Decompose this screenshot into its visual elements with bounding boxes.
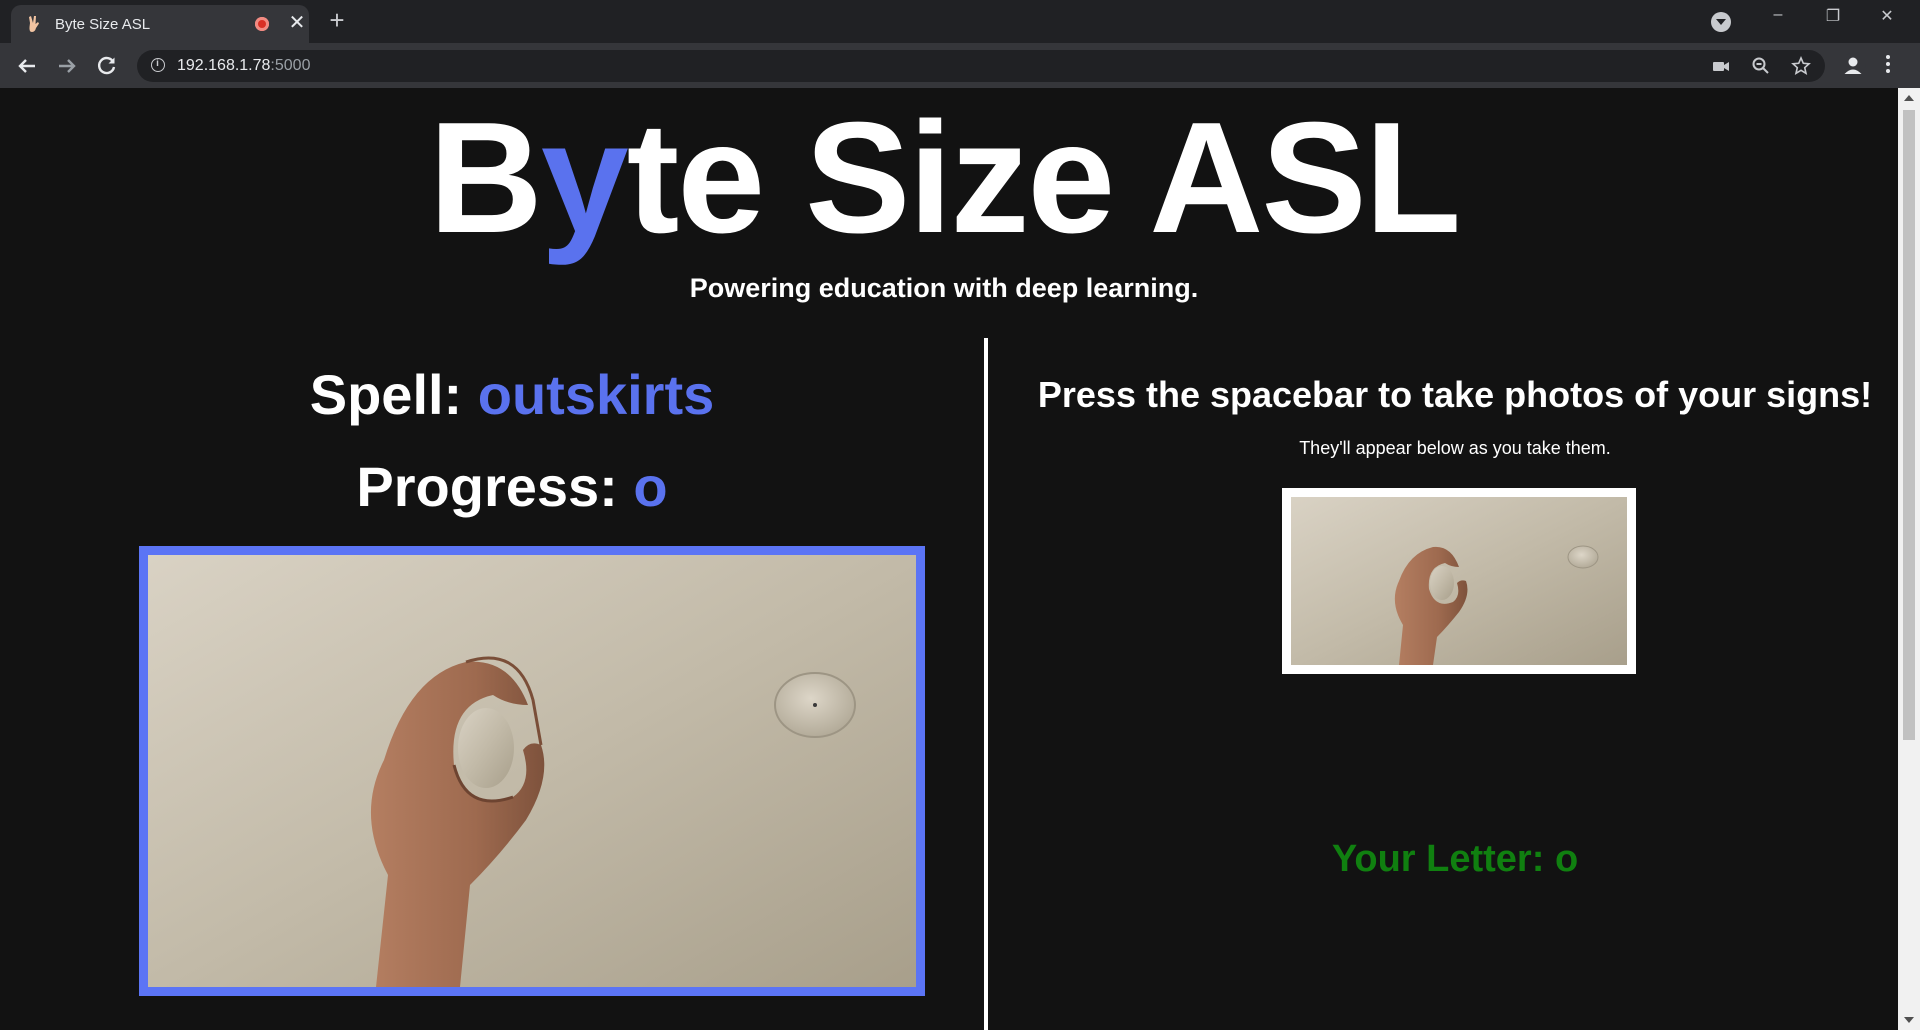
webcam-hand-image — [148, 555, 916, 987]
brand-title: Byte Size ASL — [0, 88, 1888, 268]
reload-icon[interactable] — [94, 53, 120, 79]
forward-icon[interactable] — [54, 53, 80, 79]
progress-label: Progress: — [356, 455, 634, 518]
browser-tabstrip: Byte Size ASL ✕ + – ❐ ✕ — [0, 0, 1920, 43]
profile-icon[interactable] — [1840, 53, 1866, 79]
minimize-button[interactable]: – — [1758, 6, 1798, 24]
instruction-subtext: They'll appear below as you take them. — [1299, 438, 1611, 458]
spell-prompt: Spell: outskirts — [0, 362, 1024, 427]
brand-suffix: te Size ASL — [626, 90, 1462, 266]
column-divider — [984, 338, 988, 1030]
camera-icon[interactable] — [1711, 56, 1731, 76]
site-info-icon[interactable] — [151, 58, 165, 72]
your-letter-label: Your Letter: — [1331, 838, 1555, 880]
tab-favicon-hand-icon — [29, 16, 39, 32]
page-scrollbar[interactable] — [1898, 88, 1920, 1030]
scrollbar-thumb[interactable] — [1903, 110, 1915, 740]
tab-title: Byte Size ASL — [55, 16, 151, 33]
browser-tab[interactable]: Byte Size ASL ✕ — [11, 5, 309, 43]
instruction-heading: Press the spacebar to take photos of you… — [1037, 374, 1873, 415]
url-host: 192.168.1.78 — [177, 57, 271, 74]
brand-prefix: B — [428, 90, 543, 266]
menu-icon[interactable] — [1886, 55, 1892, 76]
progress-value: o — [633, 455, 668, 518]
spell-word: outskirts — [477, 363, 715, 426]
captured-hand-image — [1291, 497, 1627, 665]
tab-close-icon[interactable]: ✕ — [287, 13, 307, 33]
your-letter-result: Your Letter: o — [990, 838, 1898, 881]
your-letter-value: o — [1554, 838, 1579, 880]
url-port: :5000 — [270, 57, 311, 74]
recording-icon — [255, 17, 269, 31]
browser-toolbar: 192.168.1.78:5000 — [0, 43, 1920, 88]
close-window-button[interactable]: ✕ — [1867, 6, 1907, 26]
bookmark-star-icon[interactable] — [1791, 56, 1811, 76]
spell-label: Spell: — [309, 363, 478, 426]
captured-photo-thumbnail — [1282, 488, 1636, 674]
url-text: 192.168.1.78:5000 — [177, 57, 310, 75]
brand-accent-letter: y — [540, 90, 629, 266]
webcam-feed — [139, 546, 925, 996]
restore-button[interactable]: ❐ — [1813, 6, 1853, 26]
new-tab-icon[interactable]: + — [324, 7, 350, 34]
tagline: Powering education with deep learning. — [689, 273, 1199, 303]
progress-display: Progress: o — [0, 454, 1024, 519]
back-icon[interactable] — [14, 53, 40, 79]
address-bar[interactable]: 192.168.1.78:5000 — [137, 50, 1825, 82]
scroll-up-icon[interactable] — [1904, 95, 1914, 101]
scroll-down-icon[interactable] — [1904, 1017, 1914, 1023]
tab-search-icon[interactable] — [1711, 12, 1731, 32]
zoom-icon[interactable] — [1751, 56, 1771, 76]
